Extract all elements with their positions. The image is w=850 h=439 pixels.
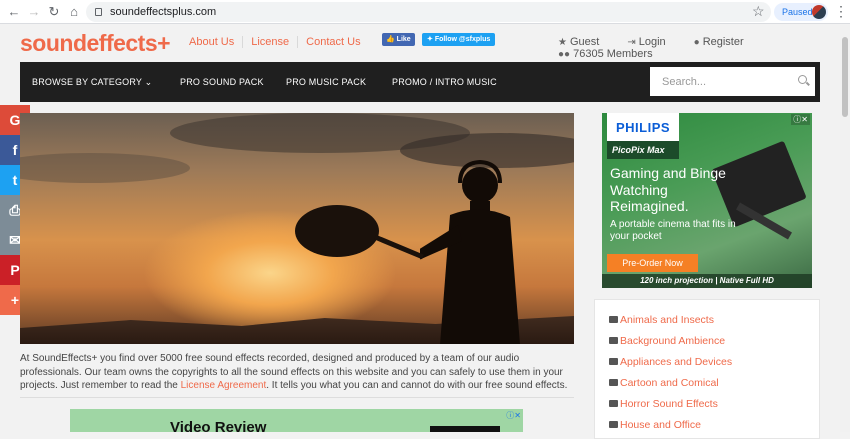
contact-us-link[interactable]: Contact Us <box>297 36 368 48</box>
login-link[interactable]: ⇥ Login <box>627 36 679 48</box>
home-icon[interactable]: ⌂ <box>66 4 82 20</box>
ad-headline: Gaming and Binge Watching Reimagined. <box>610 165 726 214</box>
hero-image <box>20 113 574 344</box>
category-link[interactable]: Cartoon and Comical <box>609 377 719 389</box>
adchoices-icon[interactable]: ⓘ✕ <box>791 114 810 125</box>
bookmark-star-icon[interactable]: ☆ <box>752 3 765 19</box>
avatar <box>812 5 826 19</box>
chevron-down-icon: ⌄ <box>144 77 153 87</box>
guest-label: Guest <box>569 36 600 48</box>
members-icon: ●● <box>558 49 571 60</box>
profile-status: Paused <box>782 7 813 17</box>
back-icon[interactable]: ← <box>6 4 22 20</box>
sidebar-ad[interactable]: PHILIPS PicoPix Max Gaming and Binge Wat… <box>602 113 812 288</box>
nav-promo-intro-music[interactable]: PROMO / INTRO MUSIC <box>392 62 497 102</box>
intro-text-end: . It tells you what you can and cannot d… <box>266 380 568 391</box>
about-us-link[interactable]: About Us <box>181 36 242 48</box>
register-link[interactable]: ● Register <box>694 36 758 48</box>
address-bar[interactable]: soundeffectsplus.com <box>86 2 771 22</box>
category-label: Animals and Insects <box>620 314 714 326</box>
login-label: Login <box>638 36 666 48</box>
divider <box>20 397 574 398</box>
folder-icon <box>609 379 618 386</box>
user-links: ★ Guest ⇥ Login ● Register ●● 76305 Members <box>558 36 850 60</box>
browser-toolbar: ← → ↻ ⌂ soundeffectsplus.com ☆ Paused ⋮ <box>0 0 850 24</box>
nav-browse-by-category[interactable]: BROWSE BY CATEGORY ⌄ <box>32 62 152 102</box>
category-link[interactable]: House and Office <box>609 419 701 431</box>
ad-brand-block: PHILIPS PicoPix Max <box>607 113 679 159</box>
star-icon: ★ <box>558 37 567 48</box>
category-label: Background Ambience <box>620 335 726 347</box>
fb-like-label: Like <box>396 36 411 43</box>
facebook-like-button[interactable]: 👍 Like <box>382 33 415 46</box>
members-count: ●● 76305 Members <box>558 48 667 60</box>
boom-microphone <box>295 205 424 260</box>
top-links: About Us License Contact Us <box>181 36 369 48</box>
ad-subline: A portable cinema that fits in your pock… <box>610 219 736 242</box>
category-link[interactable]: Animals and Insects <box>609 314 714 326</box>
forward-icon[interactable]: → <box>26 4 42 20</box>
search-box <box>650 67 815 96</box>
url-text: soundeffectsplus.com <box>110 6 217 18</box>
license-link[interactable]: License <box>242 36 297 48</box>
lock-icon <box>95 8 102 16</box>
category-link[interactable]: Horror Sound Effects <box>609 398 718 410</box>
pre-order-button[interactable]: Pre-Order Now <box>607 254 698 272</box>
register-label: Register <box>702 36 744 48</box>
adchoices-icon[interactable]: ⓘ✕ <box>506 410 521 421</box>
ad-footer: 120 inch projection | Native Full HD <box>602 274 812 288</box>
folder-icon <box>609 316 618 323</box>
intro-paragraph: At SoundEffects+ you find over 5000 free… <box>20 352 576 393</box>
category-label: Horror Sound Effects <box>620 398 718 410</box>
category-list: Animals and Insects Background Ambience Ap… <box>594 299 820 439</box>
members-label: 76305 Members <box>573 48 653 60</box>
nav-label: BROWSE BY CATEGORY <box>32 77 142 87</box>
license-agreement-link[interactable]: License Agreement <box>181 380 267 391</box>
tw-follow-label: Follow @sfxplus <box>434 36 491 43</box>
category-link[interactable]: Appliances and Devices <box>609 356 732 368</box>
scrollbar-thumb[interactable] <box>842 37 848 117</box>
login-icon: ⇥ <box>627 37 636 48</box>
site-logo[interactable]: soundeffects+ <box>20 30 171 57</box>
search-input[interactable] <box>650 67 790 96</box>
category-label: House and Office <box>620 419 701 431</box>
category-link[interactable]: Background Ambience <box>609 335 725 347</box>
user-icon: ● <box>693 37 700 48</box>
thumb-icon: 👍 <box>386 36 397 43</box>
nav-pro-sound-pack[interactable]: PRO SOUND PACK <box>180 62 264 102</box>
folder-icon <box>609 400 618 407</box>
scrollbar[interactable] <box>840 25 850 432</box>
folder-icon <box>609 421 618 428</box>
menu-icon[interactable]: ⋮ <box>834 3 848 19</box>
search-icon[interactable] <box>798 75 807 84</box>
nav-pro-music-pack[interactable]: PRO MUSIC PACK <box>286 62 366 102</box>
category-label: Cartoon and Comical <box>620 377 719 389</box>
category-label: Appliances and Devices <box>620 356 733 368</box>
twitter-follow-button[interactable]: ✦ Follow @sfxplus <box>422 33 496 46</box>
guest-link[interactable]: ★ Guest <box>558 36 613 48</box>
sound-recordist-silhouette <box>420 159 520 344</box>
folder-icon <box>609 358 618 365</box>
bird-icon: ✦ <box>427 36 435 43</box>
profile-button[interactable]: Paused <box>774 3 828 21</box>
bottom-ad-title: Video Review <box>170 419 267 432</box>
reload-icon[interactable]: ↻ <box>46 4 62 20</box>
ad-brand: PHILIPS <box>616 120 671 135</box>
bottom-ad-banner[interactable]: Video Review ⓘ✕ <box>70 409 523 432</box>
ad-model: PicoPix Max <box>607 141 679 159</box>
folder-icon <box>609 337 618 344</box>
